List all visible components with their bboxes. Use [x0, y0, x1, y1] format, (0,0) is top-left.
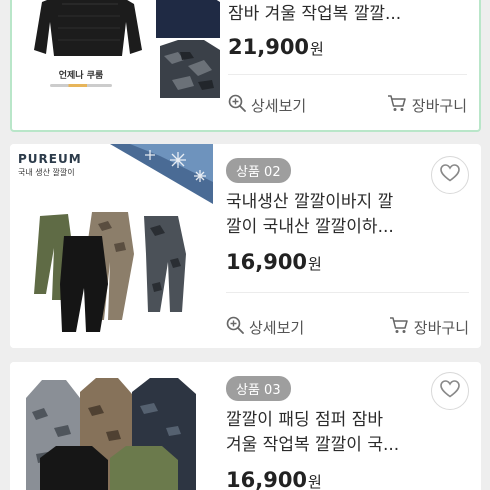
product-price-2: 16,900원	[226, 250, 471, 274]
cart-icon	[389, 316, 409, 338]
product-price-1: 21,900원	[228, 35, 469, 59]
title-line-2: 겨울 작업복 깔깔이 국...	[226, 435, 400, 455]
divider	[228, 74, 467, 75]
heart-icon	[440, 164, 460, 186]
wishlist-button-2[interactable]	[431, 156, 469, 194]
product-thumbnail-1[interactable]: 언제나 쿠룸	[22, 0, 220, 98]
product-card-1[interactable]: 언제나 쿠룸 잠바 겨울 작업복 깔깔... 21,900원 상세보기 장바구니	[10, 0, 481, 132]
wishlist-button-3[interactable]	[431, 372, 469, 410]
detail-view-label: 상세보기	[249, 318, 305, 337]
detail-view-label: 상세보기	[251, 96, 307, 115]
title-line-1: 국내생산 깔깔이바지 깔	[226, 192, 394, 212]
currency-label: 원	[310, 40, 324, 58]
magnifier-plus-icon	[226, 316, 244, 338]
title-line-2: 깔이 국내산 깔깔이하...	[226, 217, 394, 237]
divider	[226, 292, 469, 293]
detail-view-button-1[interactable]: 상세보기	[228, 94, 306, 116]
brand-subtitle: 국내 생산 깔깔이	[18, 168, 75, 177]
currency-label: 원	[308, 255, 322, 273]
product-title-3[interactable]: 깔깔이 패딩 점퍼 잠바 겨울 작업복 깔깔이 국...	[226, 408, 471, 458]
cart-label: 장바구니	[413, 318, 469, 337]
price-value: 21,900	[228, 35, 310, 59]
product-thumbnail-2[interactable]: PUREUM 국내 생산 깔깔이	[10, 144, 213, 348]
magnifier-plus-icon	[228, 94, 246, 116]
price-value: 16,900	[226, 468, 308, 490]
add-to-cart-button-2[interactable]: 장바구니	[389, 316, 469, 338]
currency-label: 원	[308, 473, 322, 490]
title-line-1: 깔깔이 패딩 점퍼 잠바	[226, 410, 383, 430]
detail-view-button-2[interactable]: 상세보기	[226, 316, 304, 338]
product-title-1[interactable]: 잠바 겨울 작업복 깔깔...	[228, 2, 469, 27]
product-title-2[interactable]: 국내생산 깔깔이바지 깔 깔이 국내산 깔깔이하...	[226, 190, 471, 240]
add-to-cart-button-1[interactable]: 장바구니	[387, 94, 467, 116]
product-thumbnail-3[interactable]	[10, 362, 213, 490]
product-badge-2: 상품 02	[226, 158, 291, 183]
price-value: 16,900	[226, 250, 308, 274]
product-card-3[interactable]: 상품 03 깔깔이 패딩 점퍼 잠바 겨울 작업복 깔깔이 국... 16,90…	[10, 362, 481, 490]
product-price-3: 16,900원	[226, 468, 471, 490]
thumbnail-caption: 언제나 쿠룸	[58, 71, 104, 81]
product-badge-3: 상품 03	[226, 376, 291, 401]
product-card-2[interactable]: PUREUM 국내 생산 깔깔이 상품 02 국내생산 깔깔이바지 깔 깔이 국…	[10, 144, 481, 348]
padding-jacket-photo-image	[10, 362, 213, 490]
heart-icon	[440, 380, 460, 402]
cart-label: 장바구니	[411, 96, 467, 115]
cart-icon	[387, 94, 407, 116]
brand-logo: PUREUM	[18, 152, 82, 166]
product-feed: 언제나 쿠룸 잠바 겨울 작업복 깔깔... 21,900원 상세보기 장바구니…	[0, 0, 490, 490]
thumbnail-subcaption-decoration	[50, 84, 112, 87]
